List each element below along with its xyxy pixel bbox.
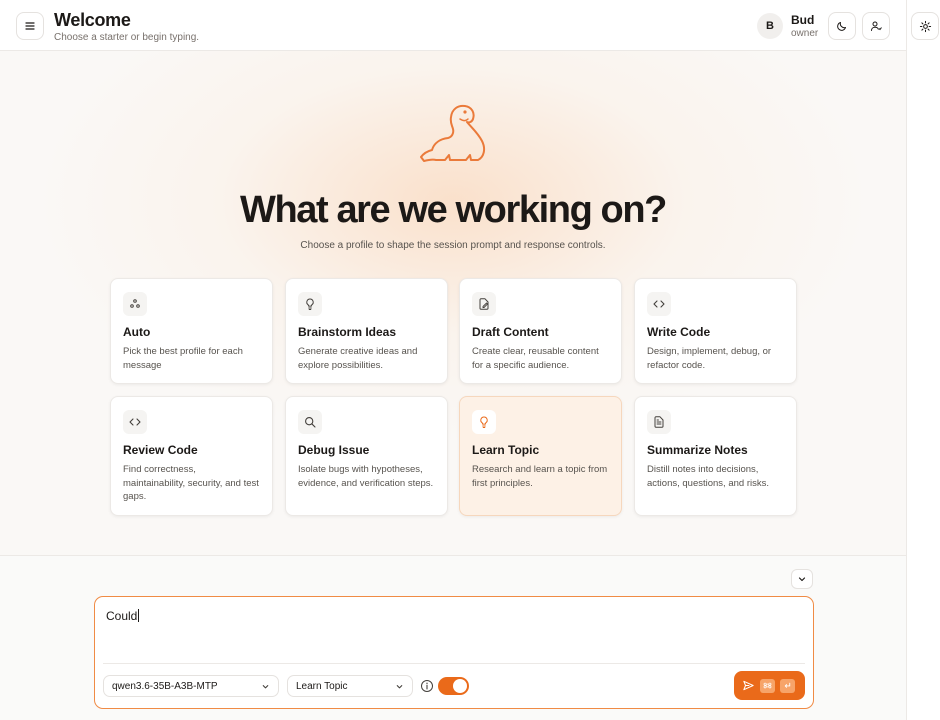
profile-select-value: Learn Topic — [296, 680, 348, 692]
chevron-down-icon — [798, 577, 806, 582]
profile-card-brainstorm-ideas[interactable]: Brainstorm Ideas Generate creative ideas… — [285, 278, 448, 384]
toggle-knob — [453, 679, 467, 693]
info-icon[interactable] — [420, 679, 434, 693]
card-title: Learn Topic — [472, 443, 540, 457]
page-subtitle: Choose a starter or begin typing. — [54, 32, 200, 43]
card-icon-wrap — [123, 292, 147, 316]
card-description: Find correctness, maintainability, secur… — [123, 464, 259, 502]
composer-zone: Could qwen3.6-35B-A3B-MTP Learn Topic — [0, 555, 906, 720]
user-info: Bud owner — [791, 13, 818, 39]
card-description: Pick the best profile for each message — [123, 346, 243, 371]
card-title: Debug Issue — [298, 443, 370, 457]
account-button[interactable] — [862, 12, 890, 40]
command-key-icon — [763, 682, 772, 689]
command-key-hint — [760, 678, 775, 693]
theme-toggle-button[interactable] — [828, 12, 856, 40]
profile-card-debug-issue[interactable]: Debug Issue Isolate bugs with hypotheses… — [285, 396, 448, 516]
app-main: Welcome Choose a starter or begin typing… — [0, 0, 906, 720]
profile-card-write-code[interactable]: Write Code Design, implement, debug, or … — [634, 278, 797, 384]
lightbulb-icon — [306, 298, 314, 310]
card-icon-wrap — [647, 410, 671, 434]
text-caret — [138, 609, 140, 622]
scroll-down-button[interactable] — [791, 569, 813, 589]
composer: Could qwen3.6-35B-A3B-MTP Learn Topic — [94, 596, 814, 709]
user-role: owner — [791, 28, 819, 39]
profile-card-review-code[interactable]: Review Code Find correctness, maintainab… — [110, 396, 273, 516]
search-icon — [305, 417, 316, 428]
card-title: Review Code — [123, 443, 198, 457]
card-icon-wrap — [298, 292, 322, 316]
avatar[interactable]: B — [757, 13, 783, 39]
model-select-value: qwen3.6-35B-A3B-MTP — [112, 680, 218, 692]
composer-divider — [103, 663, 805, 664]
profile-card-learn-topic[interactable]: Learn Topic Research and learn a topic f… — [459, 396, 622, 516]
sparkles-icon — [130, 299, 140, 308]
code-icon — [653, 300, 665, 308]
card-description: Research and learn a topic from first pr… — [472, 464, 608, 489]
right-rail — [906, 0, 940, 720]
chevron-down-icon — [262, 684, 269, 688]
hero-heading: What are we working on? — [240, 189, 667, 231]
card-icon-wrap — [472, 410, 496, 434]
profile-card-summarize-notes[interactable]: Summarize Notes Distill notes into decis… — [634, 396, 797, 516]
card-icon-wrap — [298, 410, 322, 434]
document-text-icon — [654, 416, 664, 428]
card-description: Generate creative ideas and explore poss… — [298, 346, 418, 371]
enter-key-icon — [784, 682, 791, 688]
user-name: Bud — [791, 13, 815, 27]
message-input-text: Could — [106, 609, 138, 623]
card-title: Write Code — [647, 325, 711, 339]
card-description: Create clear, reusable content for a spe… — [472, 346, 599, 371]
hamburger-menu-icon — [25, 22, 35, 30]
card-icon-wrap — [472, 292, 496, 316]
profile-select[interactable]: Learn Topic — [287, 675, 413, 697]
user-settings-icon — [871, 21, 882, 31]
welcome-hero: What are we working on? Choose a profile… — [0, 51, 906, 555]
card-icon-wrap — [123, 410, 147, 434]
profile-card-draft-content[interactable]: Draft Content Create clear, reusable con… — [459, 278, 622, 384]
top-header: Welcome Choose a starter or begin typing… — [0, 0, 906, 51]
lightbulb-icon — [480, 416, 488, 428]
message-input[interactable]: Could — [106, 609, 140, 623]
settings-button[interactable] — [911, 12, 939, 40]
card-description: Distill notes into decisions, actions, q… — [647, 464, 769, 489]
title-block: Welcome Choose a starter or begin typing… — [54, 10, 199, 43]
card-title: Auto — [123, 325, 151, 339]
page-title: Welcome — [54, 10, 131, 30]
card-icon-wrap — [647, 292, 671, 316]
card-description: Isolate bugs with hypotheses, evidence, … — [298, 464, 434, 489]
card-title: Draft Content — [472, 325, 549, 339]
hero-subheading: Choose a profile to shape the session pr… — [300, 240, 606, 251]
model-select[interactable]: qwen3.6-35B-A3B-MTP — [103, 675, 279, 697]
mode-toggle[interactable] — [438, 677, 469, 695]
moon-icon — [837, 22, 846, 31]
card-title: Summarize Notes — [647, 443, 748, 457]
document-edit-icon — [479, 298, 489, 310]
profile-card-auto[interactable]: Auto Pick the best profile for each mess… — [110, 278, 273, 384]
send-icon — [743, 680, 754, 691]
card-title: Brainstorm Ideas — [298, 325, 397, 339]
chevron-down-icon — [396, 684, 403, 688]
gear-icon — [919, 20, 931, 32]
code-icon — [129, 418, 141, 426]
dinosaur-mascot-icon — [420, 104, 486, 162]
enter-key-hint — [780, 678, 795, 693]
menu-button[interactable] — [16, 12, 44, 40]
card-description: Design, implement, debug, or refactor co… — [647, 346, 772, 371]
send-button[interactable] — [734, 671, 805, 700]
